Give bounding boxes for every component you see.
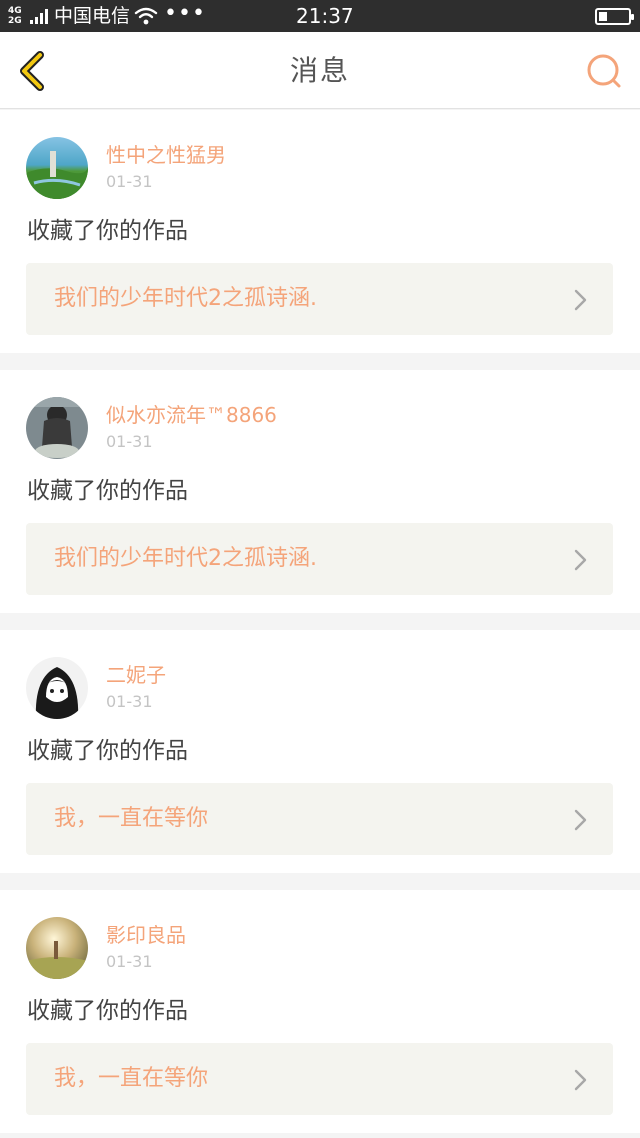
message-date: 01-31 xyxy=(106,172,153,191)
work-title: 我，一直在等你 xyxy=(54,806,209,831)
page-title: 消息 xyxy=(289,54,350,87)
work-link[interactable]: 我，一直在等你 xyxy=(26,1043,613,1115)
battery-icon xyxy=(595,8,634,25)
battery-level xyxy=(599,12,607,21)
message-card: 影印良品 01-31 收藏了你的作品 我，一直在等你 xyxy=(0,890,640,1133)
username[interactable]: 二妮子 xyxy=(106,662,166,688)
action-text: 收藏了你的作品 xyxy=(27,218,188,244)
message-date: 01-31 xyxy=(106,952,153,971)
network-type-primary: 4G xyxy=(8,6,22,16)
username[interactable]: 性中之性猛男 xyxy=(106,142,226,168)
more-indicator: ••• xyxy=(164,1,206,26)
username[interactable]: 影印良品 xyxy=(106,922,186,948)
message-date: 01-31 xyxy=(106,432,153,451)
search-button[interactable] xyxy=(584,52,624,92)
network-type-secondary: 2G xyxy=(8,16,22,26)
work-title: 我，一直在等你 xyxy=(54,1066,209,1091)
signal-icon xyxy=(30,9,48,24)
avatar[interactable] xyxy=(26,917,88,979)
search-icon xyxy=(587,54,621,88)
chevron-right-icon xyxy=(574,289,587,311)
carrier-name: 中国电信 xyxy=(54,5,131,27)
work-title: 我们的少年时代2之孤诗涵. xyxy=(54,546,317,571)
work-link[interactable]: 我们的少年时代2之孤诗涵. xyxy=(26,523,613,595)
action-text: 收藏了你的作品 xyxy=(27,478,188,504)
action-text: 收藏了你的作品 xyxy=(27,998,188,1024)
clock: 21:37 xyxy=(296,4,354,28)
chevron-right-icon xyxy=(574,1069,587,1091)
status-bar: 4G 2G 中国电信 ••• 21:37 xyxy=(0,0,640,32)
username[interactable]: 似水亦流年™8866 xyxy=(106,402,277,428)
message-card: 似水亦流年™8866 01-31 收藏了你的作品 我们的少年时代2之孤诗涵. xyxy=(0,370,640,613)
avatar[interactable] xyxy=(26,137,88,199)
work-link[interactable]: 我们的少年时代2之孤诗涵. xyxy=(26,263,613,335)
action-text: 收藏了你的作品 xyxy=(27,738,188,764)
chevron-right-icon xyxy=(574,809,587,831)
chevron-right-icon xyxy=(574,549,587,571)
nav-bar: 消息 xyxy=(0,32,640,109)
message-date: 01-31 xyxy=(106,692,153,711)
network-type: 4G 2G xyxy=(8,6,30,26)
avatar[interactable] xyxy=(26,657,88,719)
avatar[interactable] xyxy=(26,397,88,459)
message-card: 性中之性猛男 01-31 收藏了你的作品 我们的少年时代2之孤诗涵. xyxy=(0,110,640,353)
work-link[interactable]: 我，一直在等你 xyxy=(26,783,613,855)
message-card: 二妮子 01-31 收藏了你的作品 我，一直在等你 xyxy=(0,630,640,873)
work-title: 我们的少年时代2之孤诗涵. xyxy=(54,286,317,311)
wifi-icon xyxy=(134,7,158,25)
